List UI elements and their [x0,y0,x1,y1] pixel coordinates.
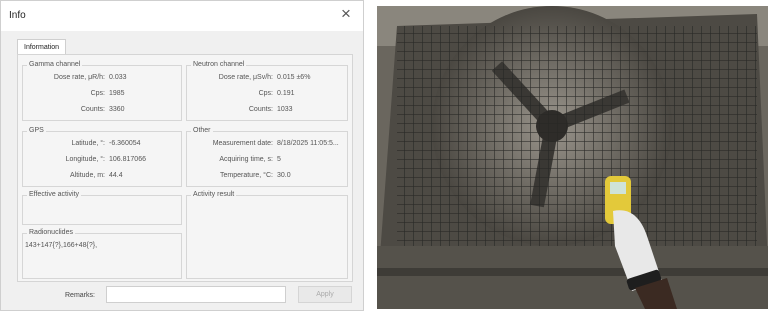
other-title: Other [191,127,213,134]
remarks-input[interactable] [106,286,286,303]
meter-screen [610,182,626,194]
activity-result-group: Activity result [186,191,348,279]
neutron-dose-rate-value: 0.015 ±6% [277,74,311,81]
rail-bar [377,268,768,276]
apply-button[interactable]: Apply [298,286,352,303]
neutron-channel-group: Neutron channel Dose rate, μSv/h: 0.015 ±… [186,61,348,121]
neutron-counts-value: 1033 [277,106,293,113]
info-dialog: Info × Information Gamma channel Dose ra… [0,0,364,311]
gamma-dose-rate-value: 0.033 [109,74,127,81]
close-icon[interactable]: × [337,5,355,23]
grille [397,26,757,266]
neutron-counts-row: Counts: 1033 [187,106,293,113]
other-group: Other Measurement date: 8/18/2025 11:05:5… [186,127,348,187]
radionuclides-title: Radionuclides [27,229,75,236]
gamma-dose-rate-label: Dose rate, μR/h: [53,74,105,81]
tab-information[interactable]: Information [17,39,67,55]
neutron-channel-title: Neutron channel [191,61,247,68]
temperature-label: Temperature, °C: [220,172,273,179]
gps-group: GPS Latitude, °: -6.360054 Longitude, °: 1… [22,127,182,187]
radionuclides-text: 143+147{?},166+48{?}, [25,242,98,249]
measurement-date-row: Measurement date: 8/18/2025 11:05:5... [187,140,339,147]
neutron-cps-value: 0.191 [277,90,295,97]
gamma-counts-row: Counts: 3360 [23,106,125,113]
neutron-dose-rate-label: Dose rate, μSv/h: [218,74,273,81]
gps-longitude-value: 106.817066 [109,156,146,163]
effective-activity-title: Effective activity [27,191,82,198]
remarks-label: Remarks: [65,292,95,299]
activity-result-title: Activity result [191,191,237,198]
neutron-cps-row: Cps: 0.191 [187,90,295,97]
gamma-cps-value: 1985 [109,90,125,97]
gps-altitude-label: Altitude, m: [69,172,105,179]
gps-altitude-row: Altitude, m: 44.4 [23,172,123,179]
gps-longitude-row: Longitude, °: 106.817066 [23,156,146,163]
gamma-channel-title: Gamma channel [27,61,83,68]
gamma-cps-row: Cps: 1985 [23,90,125,97]
gps-latitude-value: -6.360054 [109,140,141,147]
fan-grille-photo [377,6,768,309]
acquiring-time-row: Acquiring time, s: 5 [187,156,281,163]
dialog-title: Info [9,10,26,21]
gamma-channel-group: Gamma channel Dose rate, μR/h: 0.033 Cps:… [22,61,182,121]
title-bar: Info × [1,1,363,31]
floor-rail [377,246,768,309]
neutron-counts-label: Counts: [248,106,273,113]
acquiring-time-label: Acquiring time, s: [219,156,273,163]
gps-latitude-row: Latitude, °: -6.360054 [23,140,141,147]
temperature-row: Temperature, °C: 30.0 [187,172,291,179]
photo-illustration [377,6,768,309]
information-panel: Gamma channel Dose rate, μR/h: 0.033 Cps:… [17,54,353,282]
radionuclides-group: Radionuclides 143+147{?},166+48{?}, [22,229,182,279]
gps-altitude-value: 44.4 [109,172,123,179]
gps-title: GPS [27,127,46,134]
gps-latitude-label: Latitude, °: [71,140,105,147]
gamma-counts-label: Counts: [80,106,105,113]
neutron-dose-rate-row: Dose rate, μSv/h: 0.015 ±6% [187,74,311,81]
effective-activity-group: Effective activity [22,191,182,225]
temperature-value: 30.0 [277,172,291,179]
measurement-date-value: 8/18/2025 11:05:5... [277,140,339,147]
gamma-counts-value: 3360 [109,106,125,113]
acquiring-time-value: 5 [277,156,281,163]
measurement-date-label: Measurement date: [212,140,273,147]
gps-longitude-label: Longitude, °: [65,156,105,163]
gamma-dose-rate-row: Dose rate, μR/h: 0.033 [23,74,127,81]
gamma-cps-label: Cps: [90,90,105,97]
neutron-cps-label: Cps: [258,90,273,97]
